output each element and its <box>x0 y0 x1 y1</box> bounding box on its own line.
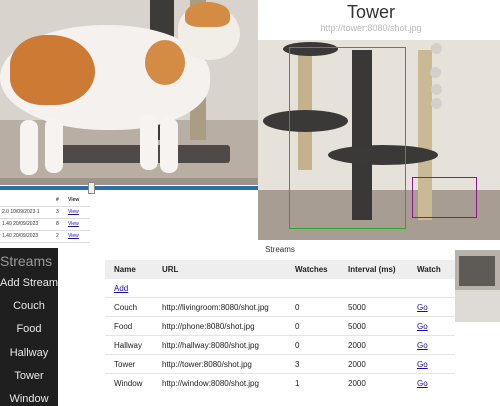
stream-url: http://tower:8080/shot.jpg <box>153 354 286 374</box>
stream-interval: 2000 <box>339 373 408 392</box>
add-stream-link[interactable]: Add <box>114 284 128 293</box>
detection-box-secondary <box>412 177 477 218</box>
stream-interval: 2000 <box>339 335 408 355</box>
stream-url: http://window:8080/shot.jpg <box>153 373 286 392</box>
sidebar-item-add-stream[interactable]: Add Stream <box>0 277 58 289</box>
mini-row-time: 1.40 20/09/2023 <box>2 233 39 239</box>
stream-interval: 5000 <box>339 316 408 336</box>
streams-panel: Streams Name URL Watches Interval (ms) W… <box>105 241 455 406</box>
mini-row-time: 1.40 20/09/2023 <box>2 221 39 227</box>
sidebar-item-window[interactable]: Window <box>0 393 58 405</box>
table-row: Couch http://livingroom:8080/shot.jpg 0 … <box>105 297 455 317</box>
split-divider[interactable] <box>0 186 258 190</box>
mini-row-count: 8 <box>56 221 59 227</box>
stream-name: Food <box>105 316 153 336</box>
partial-snapshot-image <box>455 250 500 322</box>
stream-url: http://tower:8080/shot.jpg <box>320 23 422 33</box>
stream-name: Window <box>105 373 153 392</box>
column-header-watch: Watch <box>408 260 455 279</box>
detection-box-primary <box>289 47 406 229</box>
table-header-row: Name URL Watches Interval (ms) Watch <box>105 260 455 279</box>
mini-header-view: View <box>68 197 80 203</box>
streams-table: Name URL Watches Interval (ms) Watch Add… <box>105 260 455 392</box>
stream-url: http://livingroom:8080/shot.jpg <box>153 297 286 317</box>
stream-watches: 1 <box>286 373 339 392</box>
tower-stream-viewer: Tower http://tower:8080/shot.jpg <box>258 0 500 240</box>
table-row: Food http://phone:8080/shot.jpg 0 5000 G… <box>105 316 455 336</box>
stream-name: Couch <box>105 297 153 317</box>
mini-row-view-link[interactable]: View <box>68 221 79 227</box>
sidebar-item-couch[interactable]: Couch <box>0 300 58 312</box>
watch-go-link[interactable]: Go <box>417 303 428 312</box>
column-header-name: Name <box>105 260 153 279</box>
watch-go-link[interactable]: Go <box>417 360 428 369</box>
sidebar-title: Streams <box>0 253 53 269</box>
mini-row-count: 2 <box>56 233 59 239</box>
mini-row-time: 2.0 10/09/2023 1 <box>2 209 40 215</box>
stream-interval: 2000 <box>339 354 408 374</box>
stream-watches: 3 <box>286 354 339 374</box>
stream-title: Tower <box>346 2 395 22</box>
mini-row-view-link[interactable]: View <box>68 233 79 239</box>
column-header-url: URL <box>153 260 286 279</box>
table-row-add: Add <box>105 279 455 298</box>
mini-table-row: 1.40 20/09/2023 2 View <box>0 231 90 243</box>
stream-name: Hallway <box>105 335 153 355</box>
mini-table-row: 1.40 20/09/2023 8 View <box>0 219 90 231</box>
watch-go-link[interactable]: Go <box>417 322 428 331</box>
mini-row-count: 3 <box>56 209 59 215</box>
column-header-watches: Watches <box>286 260 339 279</box>
stream-watches: 0 <box>286 335 339 355</box>
watch-go-link[interactable]: Go <box>417 341 428 350</box>
stream-url: http://hallway:8080/shot.jpg <box>153 335 286 355</box>
mini-table-row: 2.0 10/09/2023 1 3 View <box>0 207 90 219</box>
mini-events-table: # View 2.0 10/09/2023 1 3 View 1.40 20/0… <box>0 195 90 245</box>
sidebar-item-tower[interactable]: Tower <box>0 370 58 382</box>
table-row: Hallway http://hallway:8080/shot.jpg 0 2… <box>105 335 455 355</box>
stream-watches: 0 <box>286 316 339 336</box>
table-row: Tower http://tower:8080/shot.jpg 3 2000 … <box>105 354 455 374</box>
streams-panel-title: Streams <box>265 245 295 254</box>
sidebar-item-hallway[interactable]: Hallway <box>0 347 58 359</box>
column-header-interval: Interval (ms) <box>339 260 408 279</box>
table-row: Window http://window:8080/shot.jpg 1 200… <box>105 373 455 392</box>
split-drag-handle[interactable] <box>88 182 95 194</box>
streams-sidebar: Streams Add Stream Couch Food Hallway To… <box>0 248 58 406</box>
tower-snapshot-image <box>258 40 500 240</box>
mini-row-view-link[interactable]: View <box>68 209 79 215</box>
sidebar-item-food[interactable]: Food <box>0 323 58 335</box>
stream-url: http://phone:8080/shot.jpg <box>153 316 286 336</box>
cat-snapshot-image <box>0 0 258 185</box>
mini-table-header: # View <box>0 195 90 207</box>
mini-header-count: # <box>56 197 59 203</box>
stream-name: Tower <box>105 354 153 374</box>
watch-go-link[interactable]: Go <box>417 379 428 388</box>
stream-watches: 0 <box>286 297 339 317</box>
stream-interval: 5000 <box>339 297 408 317</box>
